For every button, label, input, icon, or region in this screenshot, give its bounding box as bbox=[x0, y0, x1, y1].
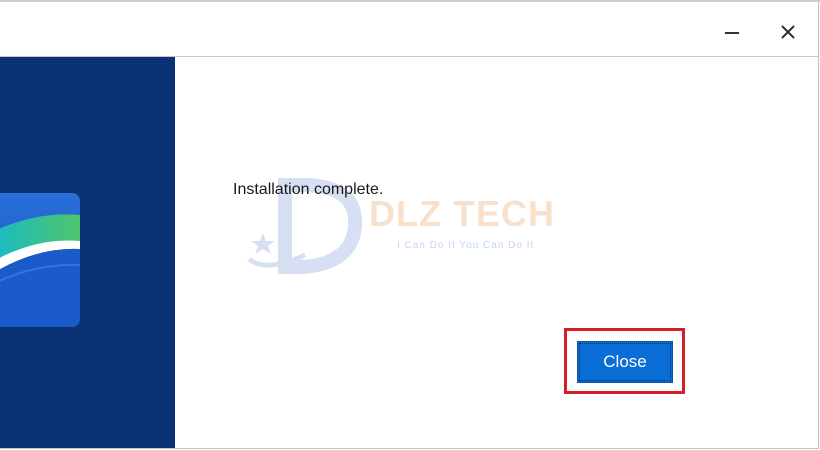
close-button[interactable]: Close bbox=[577, 341, 673, 383]
content-area: DLZ TECH I Can Do It You Can Do It Insta… bbox=[175, 57, 818, 448]
status-message: Installation complete. bbox=[233, 181, 384, 198]
side-banner bbox=[0, 57, 175, 448]
window-close-button[interactable] bbox=[768, 12, 808, 52]
title-bar bbox=[0, 2, 818, 57]
minimize-icon bbox=[725, 32, 739, 34]
minimize-button[interactable] bbox=[712, 12, 752, 52]
product-logo-art bbox=[0, 193, 80, 327]
installer-window: DLZ TECH I Can Do It You Can Do It Insta… bbox=[0, 0, 820, 449]
close-icon bbox=[781, 25, 795, 39]
watermark-subtitle: I Can Do It You Can Do It bbox=[397, 240, 535, 251]
watermark-title: DLZ TECH bbox=[369, 193, 555, 234]
